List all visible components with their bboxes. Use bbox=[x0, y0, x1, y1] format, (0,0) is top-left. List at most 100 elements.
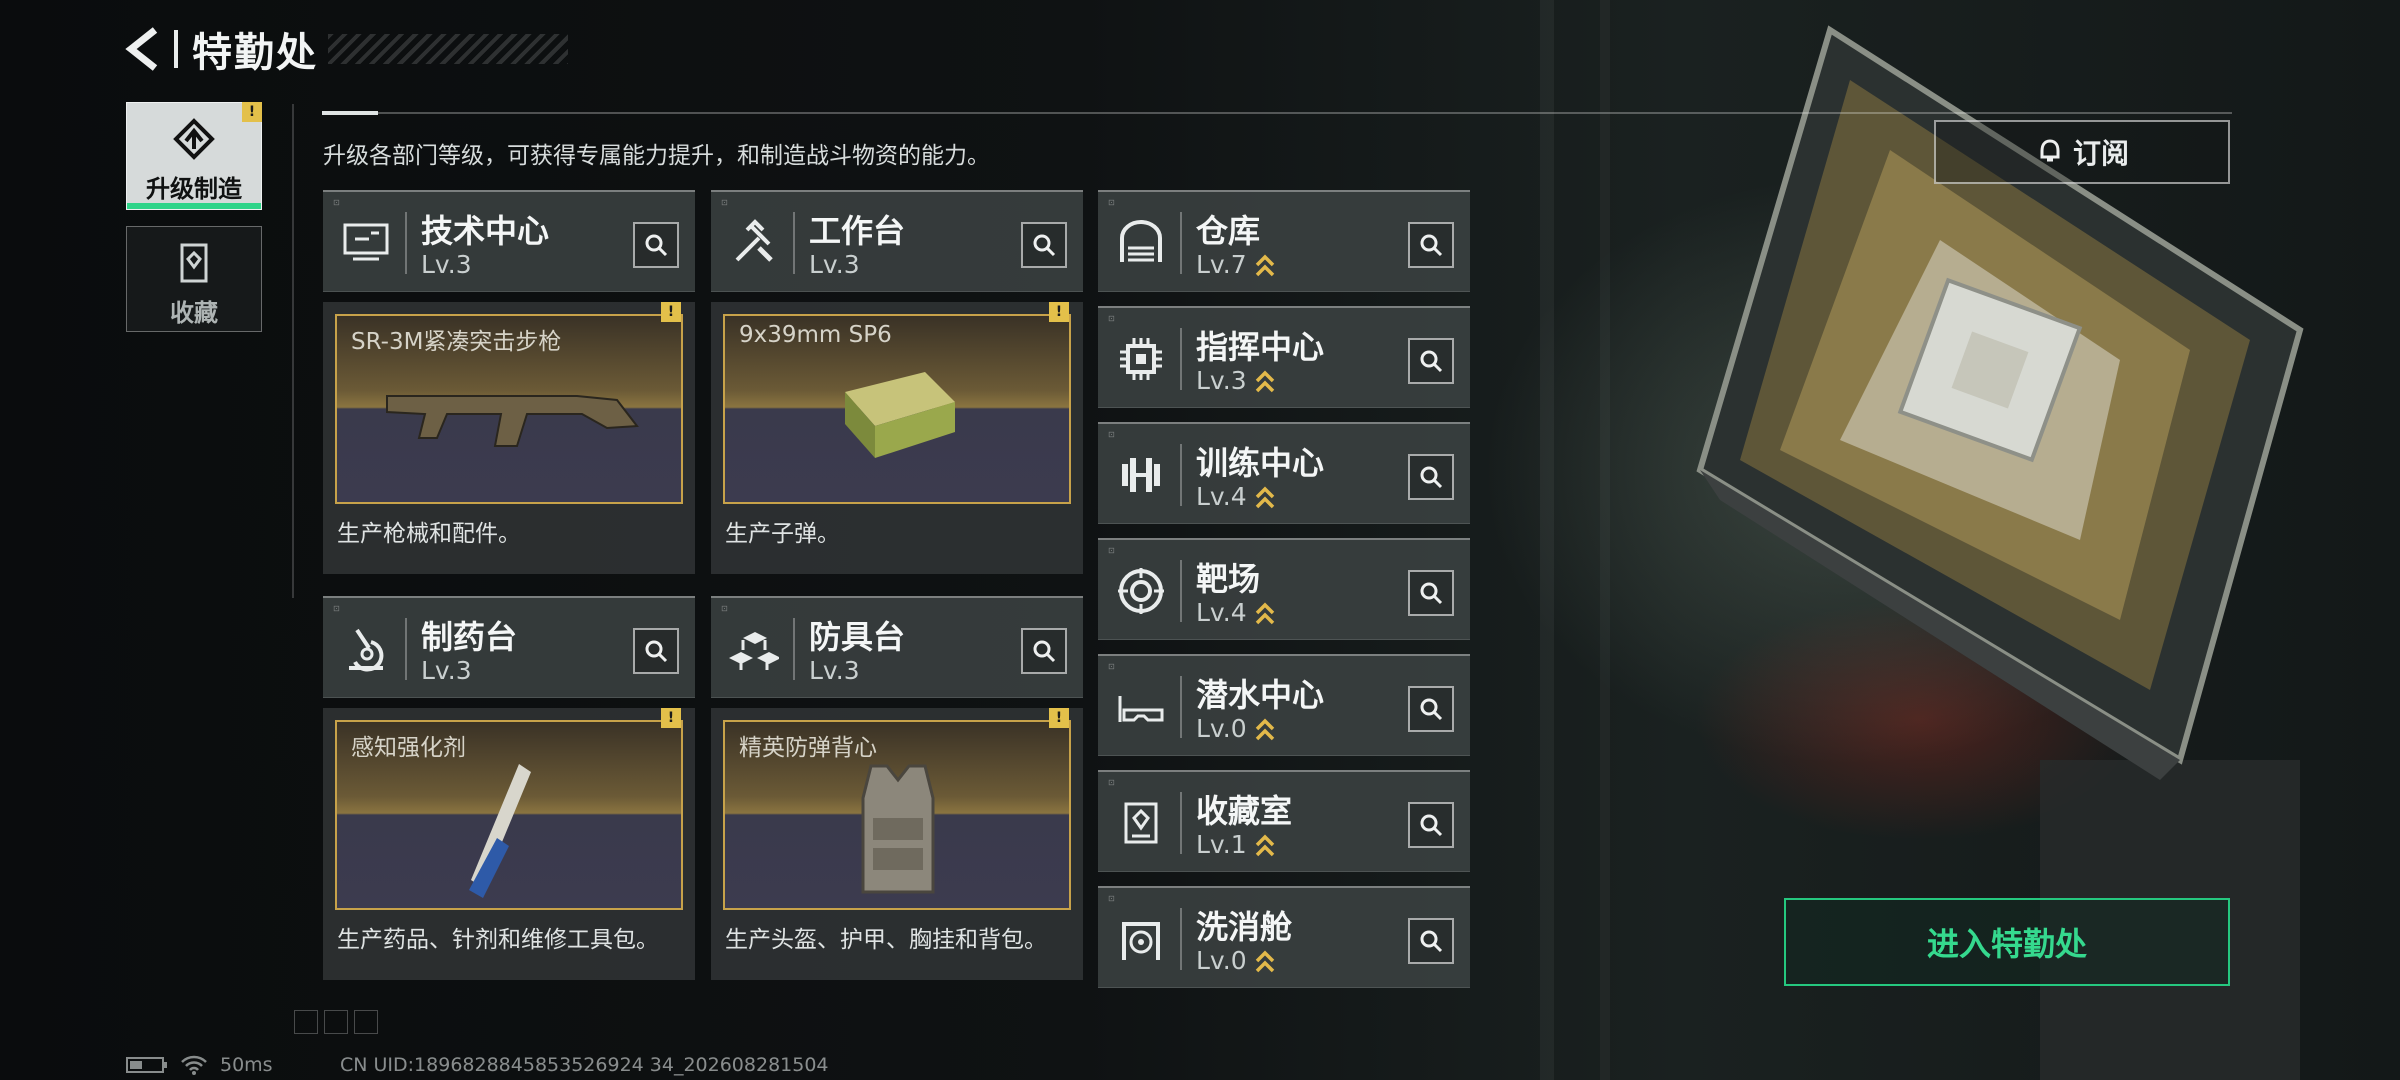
card-divider bbox=[1180, 328, 1182, 390]
product-name: SR-3M紧凑突击步枪 bbox=[351, 329, 562, 355]
product-description: 生产枪械和配件。 bbox=[337, 521, 521, 547]
department-level: Lv.3 bbox=[809, 656, 860, 685]
department-level: Lv.3 bbox=[421, 250, 472, 279]
product-name: 9x39mm SP6 bbox=[739, 322, 892, 348]
production-card-vest[interactable]: 精英防弹背心 ! 生产头盔、护甲、胸挂和背包。 bbox=[711, 708, 1083, 980]
card-divider bbox=[1180, 212, 1182, 274]
card-divider bbox=[1180, 792, 1182, 854]
search-icon bbox=[1420, 582, 1443, 605]
department-card-workbench[interactable]: ⊡ 工作台 Lv.3 bbox=[711, 190, 1083, 292]
page-description: 升级各部门等级，可获得专属能力提升，和制造战斗物资的能力。 bbox=[323, 143, 990, 169]
title-divider bbox=[174, 30, 178, 68]
level-up-chevron-icon bbox=[1255, 254, 1274, 276]
facility-name: 训练中心 bbox=[1196, 444, 1325, 482]
level-text: Lv.1 bbox=[1196, 830, 1247, 859]
nav-tab-collection[interactable]: 收藏 bbox=[126, 226, 262, 332]
facility-card[interactable]: ⊡ 仓库 Lv.7 bbox=[1098, 190, 1470, 292]
level-text: Lv.3 bbox=[421, 656, 472, 685]
wifi-icon bbox=[181, 1055, 207, 1075]
department-card-tech-center[interactable]: ⊡ 技术中心 Lv.3 bbox=[323, 190, 695, 292]
card-corner-mark: ⊡ bbox=[721, 604, 728, 613]
department-card-pharmacy[interactable]: ⊡ 制药台 Lv.3 bbox=[323, 596, 695, 698]
inspect-button[interactable] bbox=[1021, 628, 1067, 674]
status-bar: 50ms bbox=[126, 1054, 273, 1076]
product-image-frame: 感知强化剂 bbox=[335, 720, 683, 910]
upgrade-icon bbox=[173, 118, 215, 160]
level-up-chevron-icon bbox=[1255, 486, 1274, 508]
inspect-button[interactable] bbox=[633, 628, 679, 674]
card-corner-mark: ⊡ bbox=[1108, 662, 1115, 671]
level-up-chevron-icon bbox=[1255, 602, 1274, 624]
facility-name: 指挥中心 bbox=[1196, 328, 1325, 366]
search-icon bbox=[645, 640, 668, 663]
inspect-button[interactable] bbox=[1021, 222, 1067, 268]
card-divider bbox=[1180, 444, 1182, 506]
card-divider bbox=[405, 618, 407, 680]
back-arrow-icon bbox=[125, 27, 158, 71]
syringe-icon bbox=[469, 764, 531, 898]
back-button[interactable] bbox=[120, 22, 164, 76]
inspect-button[interactable] bbox=[1408, 570, 1454, 616]
left-divider bbox=[292, 104, 294, 598]
warning-badge: ! bbox=[661, 708, 681, 728]
facility-card[interactable]: ⊡ 训练中心 Lv.4 bbox=[1098, 422, 1470, 524]
product-name: 感知强化剂 bbox=[351, 735, 466, 761]
ping-text: 50ms bbox=[220, 1054, 273, 1076]
production-card-rifle[interactable]: SR-3M紧凑突击步枪 ! 生产枪械和配件。 bbox=[323, 302, 695, 574]
warning-badge: ! bbox=[1049, 302, 1069, 322]
facility-level: Lv.4 bbox=[1196, 482, 1275, 511]
nav-tab-label: 升级制造 bbox=[146, 175, 242, 203]
card-corner-mark: ⊡ bbox=[1108, 894, 1115, 903]
search-icon bbox=[1420, 234, 1443, 257]
inspect-button[interactable] bbox=[1408, 918, 1454, 964]
facility-card[interactable]: ⊡ 靶场 Lv.4 bbox=[1098, 538, 1470, 640]
search-icon bbox=[1033, 640, 1056, 663]
level-text: Lv.3 bbox=[421, 250, 472, 279]
facility-card[interactable]: ⊡ 收藏室 Lv.1 bbox=[1098, 770, 1470, 872]
production-card-ammo[interactable]: 9x39mm SP6 ! 生产子弹。 bbox=[711, 302, 1083, 574]
facility-card[interactable]: ⊡ 指挥中心 Lv.3 bbox=[1098, 306, 1470, 408]
level-text: Lv.0 bbox=[1196, 714, 1247, 743]
level-text: Lv.7 bbox=[1196, 250, 1247, 279]
inspect-button[interactable] bbox=[1408, 454, 1454, 500]
inspect-button[interactable] bbox=[633, 222, 679, 268]
production-card-stimulant[interactable]: 感知强化剂 ! 生产药品、针剂和维修工具包。 bbox=[323, 708, 695, 980]
product-image-frame: 精英防弹背心 bbox=[723, 720, 1071, 910]
enter-special-ops-button[interactable]: 进入特勤处 bbox=[1784, 898, 2230, 986]
facility-level: Lv.7 bbox=[1196, 250, 1275, 279]
ammo-box-icon bbox=[845, 372, 955, 458]
warning-badge: ! bbox=[1049, 708, 1069, 728]
level-up-chevron-icon bbox=[1255, 370, 1274, 392]
battery-icon bbox=[126, 1057, 167, 1073]
nav-tab-upgrade[interactable]: 升级制造 ! bbox=[126, 102, 262, 210]
search-icon bbox=[1033, 234, 1056, 257]
uid-text: CN UID:1896828845853526924 34_2026082815… bbox=[340, 1054, 829, 1076]
card-corner-mark: ⊡ bbox=[721, 198, 728, 207]
product-description: 生产药品、针剂和维修工具包。 bbox=[337, 927, 659, 953]
department-name: 工作台 bbox=[809, 212, 906, 250]
microscope-icon bbox=[337, 620, 395, 678]
card-divider bbox=[1180, 560, 1182, 622]
facility-level: Lv.1 bbox=[1196, 830, 1275, 859]
card-corner-mark: ⊡ bbox=[1108, 314, 1115, 323]
department-card-armor[interactable]: ⊡ 防具台 Lv.3 bbox=[711, 596, 1083, 698]
facility-card[interactable]: ⊡ 潜水中心 Lv.0 bbox=[1098, 654, 1470, 756]
decon-icon bbox=[1112, 910, 1170, 968]
department-name: 技术中心 bbox=[421, 212, 550, 250]
trophy-icon bbox=[1112, 794, 1170, 852]
level-text: Lv.0 bbox=[1196, 946, 1247, 975]
inspect-button[interactable] bbox=[1408, 338, 1454, 384]
facility-card[interactable]: ⊡ 洗消舱 Lv.0 bbox=[1098, 886, 1470, 988]
facility-name: 收藏室 bbox=[1196, 792, 1293, 830]
vest-icon bbox=[861, 764, 935, 894]
inspect-button[interactable] bbox=[1408, 686, 1454, 732]
search-icon bbox=[1420, 350, 1443, 373]
level-up-chevron-icon bbox=[1255, 950, 1274, 972]
subscribe-button[interactable]: 订阅 bbox=[1934, 120, 2230, 184]
inspect-button[interactable] bbox=[1408, 222, 1454, 268]
header-divider bbox=[322, 111, 2232, 115]
inspect-button[interactable] bbox=[1408, 802, 1454, 848]
chip-icon bbox=[1112, 330, 1170, 388]
department-level: Lv.3 bbox=[809, 250, 860, 279]
warehouse-icon bbox=[1112, 214, 1170, 272]
